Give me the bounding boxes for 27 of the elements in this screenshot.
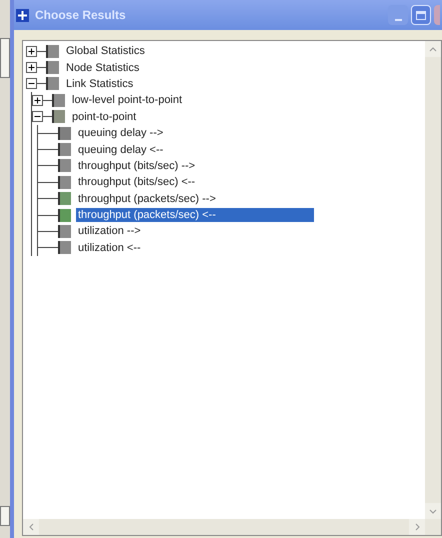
tree-item[interactable]: throughput (packets/sec) <-- [76, 208, 314, 222]
scroll-right-icon[interactable] [409, 519, 425, 535]
collapse-icon[interactable] [26, 78, 37, 90]
tree-item[interactable]: utilization <-- [76, 240, 143, 255]
maximize-button[interactable] [411, 5, 431, 25]
tree-item[interactable]: Node Statistics [64, 60, 142, 75]
expand-icon[interactable] [26, 62, 37, 74]
expand-icon[interactable] [26, 46, 37, 57]
tree-item[interactable]: queuing delay <-- [76, 142, 166, 157]
scroll-up-icon[interactable] [425, 41, 441, 57]
expand-icon[interactable] [32, 94, 43, 106]
tree-item[interactable]: utilization --> [76, 224, 143, 238]
close-button[interactable] [434, 5, 440, 25]
tree-item[interactable]: throughput (bits/sec) --> [76, 158, 198, 173]
minimize-button[interactable] [388, 5, 408, 25]
tree-item[interactable]: throughput (bits/sec) <-- [76, 175, 198, 190]
window-icon [16, 8, 29, 22]
scroll-down-icon[interactable] [425, 503, 441, 519]
tree-item[interactable]: Global Statistics [64, 44, 147, 58]
scroll-left-icon[interactable] [23, 519, 39, 535]
window-title: Choose Results [35, 7, 126, 24]
collapse-icon[interactable] [32, 111, 43, 122]
tree-item[interactable]: point-to-point [70, 110, 138, 124]
tree-item[interactable]: Link Statistics [64, 76, 136, 91]
tree-item[interactable]: throughput (packets/sec) --> [76, 192, 218, 206]
tree-item[interactable]: queuing delay --> [76, 126, 166, 140]
tree-item[interactable]: low-level point-to-point [70, 93, 184, 108]
